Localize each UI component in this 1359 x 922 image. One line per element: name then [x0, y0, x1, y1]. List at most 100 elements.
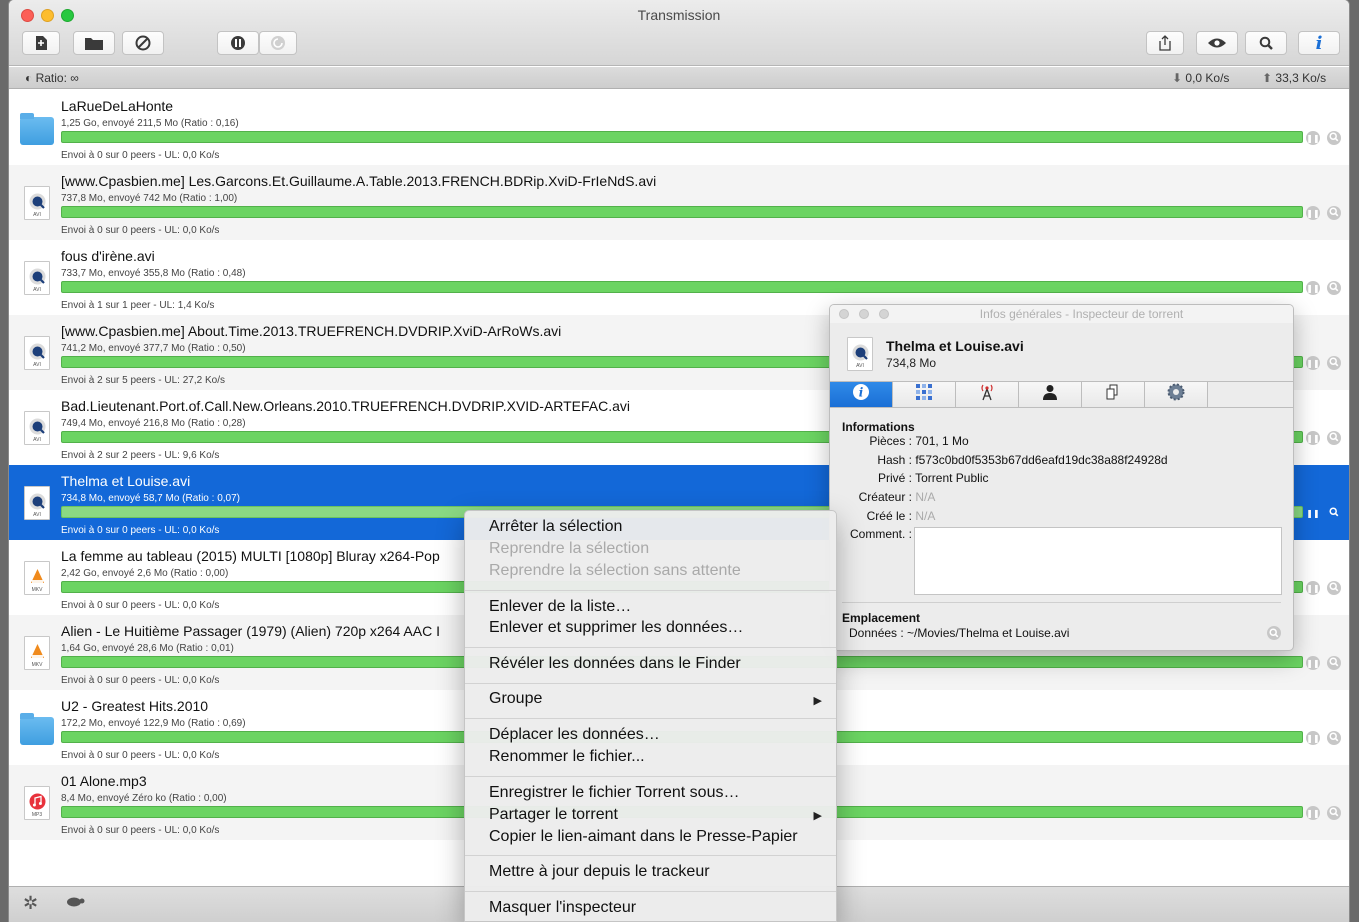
menu-item-move-data[interactable]: Déplacer les données… — [489, 726, 660, 748]
menu-separator — [465, 647, 836, 648]
creator-label: Créateur : — [858, 490, 912, 504]
pause-icon: ❚❚ — [1306, 808, 1320, 818]
menu-item-resume-selection-now[interactable]: Reprendre la sélection sans attente — [489, 562, 741, 584]
pause-all-icon — [230, 35, 246, 51]
data-location-value: ~/Movies/Thelma et Louise.avi — [907, 626, 1070, 640]
pause-icon: ❚❚ — [1306, 358, 1320, 368]
comment-row: Comment. : — [830, 527, 912, 541]
menu-separator — [465, 590, 836, 591]
menu-item-group[interactable]: Groupe — [489, 690, 542, 712]
torrent-progress-bar — [61, 131, 1303, 143]
data-location-row: Données : ~/Movies/Thelma et Louise.avi — [849, 626, 1069, 640]
creator-row: Créateur : N/A — [830, 490, 936, 504]
inspector-button[interactable]: i — [1298, 31, 1340, 55]
comment-field[interactable] — [914, 527, 1282, 595]
pause-torrent-button[interactable]: ❚❚ — [1306, 656, 1320, 670]
torrent-name: La femme au tableau (2015) MULTI [1080p]… — [61, 548, 440, 564]
menu-item-remove-and-delete[interactable]: Enlever et supprimer les données… — [489, 619, 743, 641]
torrent-type-icon: AVI — [20, 186, 54, 224]
reveal-in-finder-button[interactable] — [1267, 626, 1281, 640]
mp3-file-icon: MP3 — [24, 786, 50, 820]
inspector-tabs: i — [830, 381, 1210, 408]
pieces-label: Pièces : — [869, 434, 912, 448]
menu-item-save-torrent-file[interactable]: Enregistrer le fichier Torrent sous… — [489, 784, 739, 806]
reveal-torrent-button[interactable] — [1327, 581, 1341, 595]
hash-label: Hash : — [877, 453, 912, 467]
pause-all-button[interactable] — [217, 31, 259, 55]
speed-limit-turtle-icon[interactable] — [64, 894, 86, 913]
reveal-torrent-button[interactable] — [1327, 131, 1341, 145]
menu-separator — [465, 776, 836, 777]
tab-files[interactable] — [1082, 382, 1145, 407]
magnifier-icon — [1327, 805, 1341, 821]
new-torrent-button[interactable] — [22, 31, 60, 55]
reveal-torrent-button[interactable] — [1327, 206, 1341, 220]
torrent-type-icon: MKV — [20, 561, 54, 599]
torrent-info: 2,42 Go, envoyé 2,6 Mo (Ratio : 0,00) — [61, 568, 229, 579]
tab-trackers[interactable] — [956, 382, 1019, 407]
ratio-status[interactable]: ◐ Ratio: ∞ — [25, 71, 79, 85]
reveal-torrent-button[interactable] — [1327, 506, 1341, 520]
ratio-label: Ratio: ∞ — [35, 71, 79, 85]
reveal-torrent-button[interactable] — [1327, 656, 1341, 670]
reveal-torrent-button[interactable] — [1327, 731, 1341, 745]
torrent-info: 749,4 Mo, envoyé 216,8 Mo (Ratio : 0,28) — [61, 418, 246, 429]
menu-item-rename-file[interactable]: Renommer le fichier... — [489, 748, 645, 770]
menu-item-stop-selection[interactable]: Arrêter la sélection — [489, 518, 622, 540]
pause-torrent-button[interactable]: ❚❚ — [1306, 131, 1320, 145]
menu-item-share-torrent[interactable]: Partager le torrent — [489, 806, 618, 828]
inspector-minimize-button[interactable] — [859, 309, 869, 319]
tab-info[interactable]: i — [830, 382, 893, 407]
torrent-status: Envoi à 0 sur 0 peers - UL: 0,0 Ko/s — [61, 600, 220, 611]
pause-torrent-button[interactable]: ❚❚ — [1306, 731, 1320, 745]
menu-separator — [465, 718, 836, 719]
comment-label: Comment. : — [849, 527, 912, 541]
submenu-arrow-icon: ▶ — [813, 810, 822, 822]
tab-peers[interactable] — [1019, 382, 1082, 407]
inspector-close-button[interactable] — [839, 309, 849, 319]
menu-item-reveal-in-finder[interactable]: Révéler les données dans le Finder — [489, 655, 741, 677]
open-torrent-button[interactable] — [73, 31, 115, 55]
folder-icon — [20, 713, 54, 745]
pause-torrent-button[interactable]: ❚❚ — [1306, 356, 1320, 370]
pause-icon: ❚❚ — [1306, 508, 1320, 518]
reveal-torrent-button[interactable] — [1327, 431, 1341, 445]
inspector-zoom-button[interactable] — [879, 309, 889, 319]
pause-icon: ❚❚ — [1306, 658, 1320, 668]
remove-torrent-button[interactable] — [122, 31, 164, 55]
menu-separator — [465, 891, 836, 892]
share-button[interactable] — [1146, 31, 1184, 55]
quicklook-button[interactable] — [1196, 31, 1238, 55]
menu-item-remove-from-list[interactable]: Enlever de la liste… — [489, 598, 631, 620]
open-folder-icon — [85, 36, 103, 50]
reveal-torrent-button[interactable] — [1327, 806, 1341, 820]
pause-torrent-button[interactable]: ❚❚ — [1306, 506, 1320, 520]
torrent-info: 737,8 Mo, envoyé 742 Mo (Ratio : 1,00) — [61, 193, 238, 204]
magnifier-icon — [1327, 205, 1341, 221]
reveal-magnifier-icon — [1267, 627, 1281, 644]
reveal-torrent-button[interactable] — [1327, 356, 1341, 370]
menu-item-resume-selection[interactable]: Reprendre la sélection — [489, 540, 649, 562]
menu-item-update-tracker[interactable]: Mettre à jour depuis le trackeur — [489, 863, 710, 885]
tab-pieces[interactable] — [893, 382, 956, 407]
torrent-info: 1,64 Go, envoyé 28,6 Mo (Ratio : 0,01) — [61, 643, 234, 654]
tab-options[interactable] — [1145, 382, 1208, 407]
torrent-row[interactable]: LaRueDeLaHonte 1,25 Go, envoyé 211,5 Mo (… — [9, 90, 1349, 165]
pause-torrent-button[interactable]: ❚❚ — [1306, 806, 1320, 820]
pause-torrent-button[interactable]: ❚❚ — [1306, 281, 1320, 295]
menu-separator — [465, 855, 836, 856]
pause-torrent-button[interactable]: ❚❚ — [1306, 581, 1320, 595]
svg-text:i: i — [859, 386, 864, 400]
menu-item-hide-inspector[interactable]: Masquer l'inspecteur — [489, 899, 636, 921]
created-label: Créé le : — [866, 509, 912, 523]
pause-torrent-button[interactable]: ❚❚ — [1306, 206, 1320, 220]
pause-torrent-button[interactable]: ❚❚ — [1306, 431, 1320, 445]
reveal-torrent-button[interactable] — [1327, 281, 1341, 295]
menu-item-copy-magnet-link[interactable]: Copier le lien-aimant dans le Presse-Pap… — [489, 828, 798, 850]
pause-icon: ❚❚ — [1306, 733, 1320, 743]
submenu-arrow-icon: ▶ — [813, 695, 822, 707]
resume-all-button[interactable] — [259, 31, 297, 55]
action-gear-icon[interactable]: ✲ — [23, 893, 38, 914]
search-button[interactable] — [1245, 31, 1287, 55]
torrent-row[interactable]: AVI [www.Cpasbien.me] Les.Garcons.Et.Guil… — [9, 165, 1349, 240]
